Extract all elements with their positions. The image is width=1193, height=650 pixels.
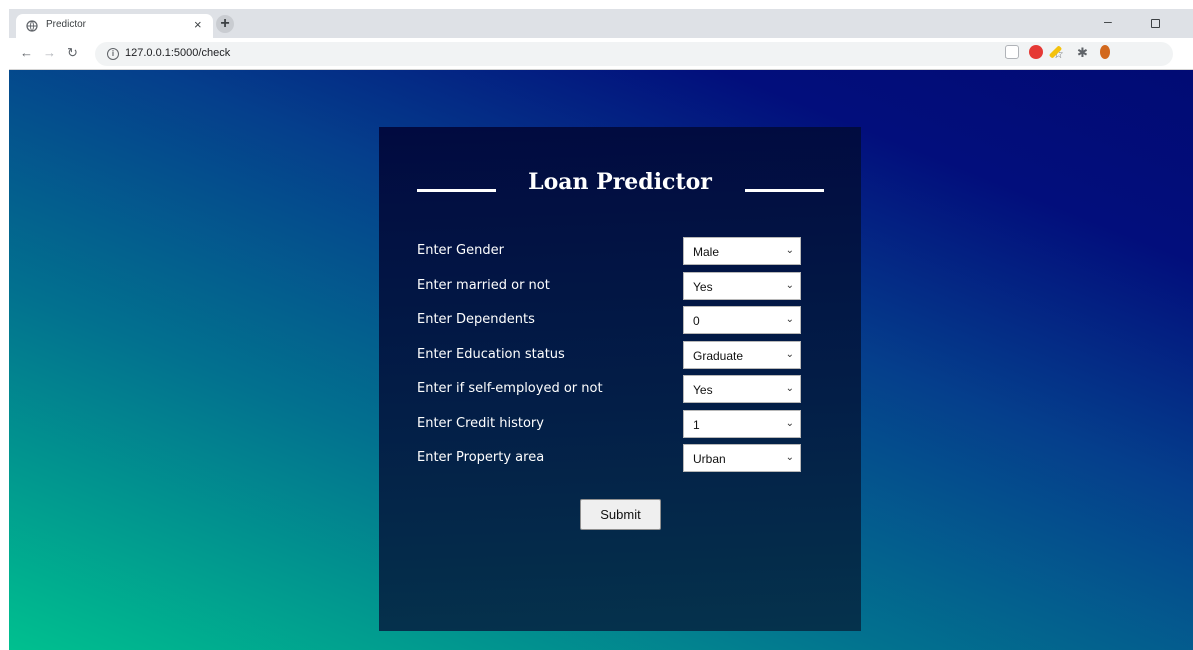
chevron-down-icon: ⌄ xyxy=(785,348,794,360)
browser-window: Predictor × + – ← → ↻ i 127.0.0.1:5000/c… xyxy=(9,9,1193,650)
url-text: 127.0.0.1:5000/check xyxy=(125,47,231,59)
chevron-down-icon: ⌄ xyxy=(785,383,794,394)
property-area-value: Urban xyxy=(693,452,726,466)
field-education: Enter Education status Graduate ⌄ xyxy=(417,340,817,376)
profile-icon[interactable] xyxy=(1100,45,1110,59)
gender-select[interactable]: Male ⌄ xyxy=(683,237,801,265)
chevron-down-icon: ⌄ xyxy=(785,314,794,325)
minimize-icon[interactable]: – xyxy=(1104,13,1112,29)
tab-title: Predictor xyxy=(46,19,87,30)
field-dependents: Enter Dependents 0 ⌄ xyxy=(417,306,817,341)
title-line-right xyxy=(745,189,824,192)
credit-history-select[interactable]: 1 ⌄ xyxy=(683,409,801,438)
reload-icon[interactable]: ↻ xyxy=(67,46,78,60)
self-employed-value: Yes xyxy=(693,383,713,397)
property-area-select[interactable]: Urban ⌄ xyxy=(683,444,801,472)
credit-history-label: Enter Credit history xyxy=(417,415,544,431)
property-area-label: Enter Property area xyxy=(417,450,545,465)
field-gender: Enter Gender Male ⌄ xyxy=(417,237,817,272)
field-property-area: Enter Property area Urban ⌄ xyxy=(417,444,817,479)
education-value: Graduate xyxy=(693,348,744,363)
self-employed-label: Enter if self-employed or not xyxy=(417,381,603,396)
submit-button[interactable]: Submit xyxy=(580,499,661,530)
self-employed-select[interactable]: Yes ⌄ xyxy=(683,375,801,403)
field-self-employed: Enter if self-employed or not Yes ⌄ xyxy=(417,375,817,410)
dependents-label: Enter Dependents xyxy=(417,312,535,327)
married-label: Enter married or not xyxy=(417,277,550,293)
chevron-down-icon: ⌄ xyxy=(785,279,794,291)
gender-label: Enter Gender xyxy=(417,243,504,258)
info-icon[interactable]: i xyxy=(107,48,119,60)
tab-close-icon[interactable]: × xyxy=(194,17,202,33)
tab-strip: Predictor × + – xyxy=(9,9,1193,38)
field-married: Enter married or not Yes ⌄ xyxy=(417,271,817,307)
chevron-down-icon: ⌄ xyxy=(785,245,794,256)
page-viewport: Loan Predictor Enter Gender Male ⌄ Enter… xyxy=(9,70,1193,650)
title-row: Loan Predictor xyxy=(379,169,861,201)
browser-toolbar: ← → ↻ i 127.0.0.1:5000/check ⚿ ⊕ ☆ ✱ xyxy=(9,38,1193,70)
gender-value: Male xyxy=(693,245,720,259)
back-icon[interactable]: ← xyxy=(20,46,33,60)
extension-icon[interactable] xyxy=(1005,45,1019,59)
field-credit-history: Enter Credit history 1 ⌄ xyxy=(417,409,817,445)
dependents-select[interactable]: 0 ⌄ xyxy=(683,306,801,334)
form-card: Loan Predictor Enter Gender Male ⌄ Enter… xyxy=(379,127,861,631)
forward-icon[interactable]: → xyxy=(43,46,56,60)
married-value: Yes xyxy=(693,279,713,294)
globe-icon xyxy=(26,20,38,32)
adblock-icon[interactable] xyxy=(1029,45,1043,59)
married-select[interactable]: Yes ⌄ xyxy=(683,271,801,300)
maximize-icon[interactable] xyxy=(1151,19,1160,28)
loan-form: Enter Gender Male ⌄ Enter married or not… xyxy=(417,237,817,479)
education-select[interactable]: Graduate ⌄ xyxy=(683,340,801,369)
credit-history-value: 1 xyxy=(693,417,700,432)
new-tab-button[interactable]: + xyxy=(216,15,234,33)
chevron-down-icon: ⌄ xyxy=(785,452,794,463)
chevron-down-icon: ⌄ xyxy=(785,417,794,429)
education-label: Enter Education status xyxy=(417,346,565,362)
puzzle-icon[interactable]: ✱ xyxy=(1077,46,1088,60)
tab-predictor[interactable]: Predictor × xyxy=(16,14,213,38)
dependents-value: 0 xyxy=(693,314,700,328)
